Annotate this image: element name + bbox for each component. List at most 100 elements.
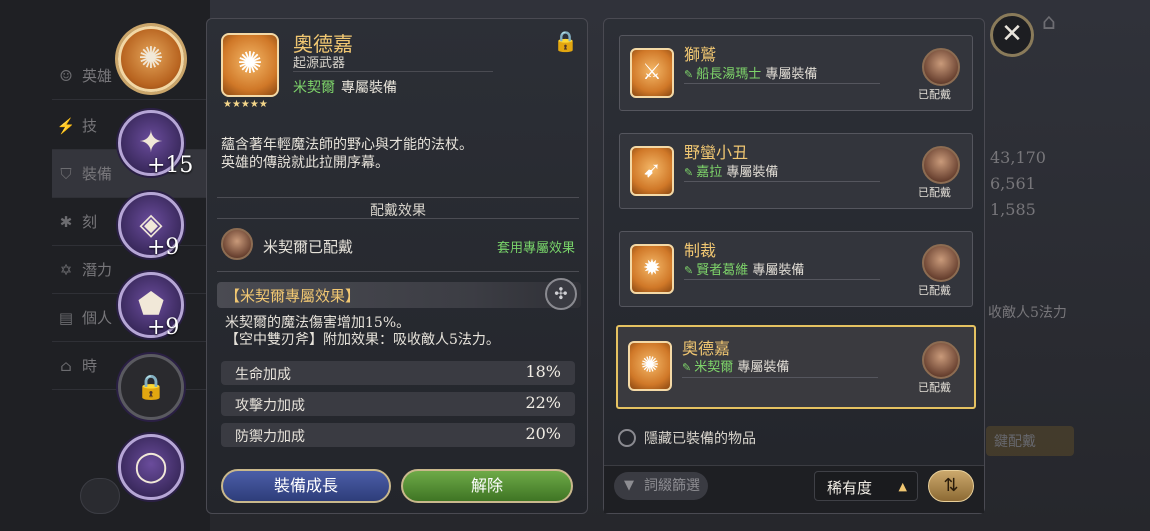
avatar (922, 48, 960, 86)
equip-effect-label: 配戴效果 (370, 203, 426, 219)
list-bottom-bar: ▼ 詞綴篩選 稀有度 ▲ ⇅ (604, 465, 984, 513)
hero-name: 米契爾 (694, 360, 734, 375)
slot-armor[interactable]: ◈ +9 (118, 192, 184, 260)
item-owner: ✎ 賢者葛維 專屬裝備 (684, 259, 804, 278)
skill-icon[interactable]: ✣ (545, 278, 577, 310)
lock-icon[interactable]: 🔒 (553, 29, 578, 53)
exclusive-mark-icon: ✎ (684, 68, 694, 81)
hero-name: 賢者葛維 (696, 263, 749, 278)
equipped-status: 已配戴 (918, 381, 951, 394)
blade-icon: ⚔ (642, 60, 662, 85)
filter-icon: ▼ (624, 478, 634, 493)
filter-label: 詞綴篩選 (644, 478, 700, 494)
slot-ring[interactable]: ◯ (118, 434, 184, 500)
close-icon: ✕ (1001, 19, 1023, 49)
enhance-level: +15 (147, 153, 194, 178)
home-icon[interactable]: ⌂ (1042, 10, 1070, 38)
slot-weapon[interactable]: ✺ (118, 26, 184, 92)
divider (217, 271, 579, 272)
divider (217, 197, 579, 198)
apply-exclusive-effect-link[interactable]: 套用專屬效果 (497, 237, 575, 256)
sort-direction-button[interactable]: ⇅ (928, 470, 974, 502)
equipment-card[interactable]: ⚔ 獅鷲 ✎ 船長湯瑪士 專屬裝備 已配戴 (619, 35, 973, 111)
equipped-by-text: 米契爾已配戴 (263, 238, 354, 256)
item-icon: ⚔ (630, 48, 674, 98)
hide-equipped-label[interactable]: 隱藏已裝備的物品 (644, 428, 756, 448)
equipment-card[interactable]: ➹ 野蠻小丑 ✎ 嘉拉 專屬裝備 已配戴 (619, 133, 973, 209)
equipment-card[interactable]: ✹ 制裁 ✎ 賢者葛維 專屬裝備 已配戴 (619, 231, 973, 307)
bow-icon: ➹ (642, 158, 662, 183)
exclusive-mark-icon: ✎ (684, 264, 694, 277)
enhance-level: +9 (147, 315, 180, 340)
exclusive-effect-banner: 【米契爾專屬效果】 (217, 282, 581, 308)
sort-dropdown[interactable]: 稀有度 ▲ (814, 471, 918, 501)
bg-stat-value: 43,170 (990, 148, 1046, 167)
avatar (922, 341, 960, 379)
exclusive-tag: 專屬裝備 (737, 360, 790, 375)
triangle-up-icon: ▲ (898, 480, 907, 493)
hero-name: 米契爾 (293, 80, 335, 96)
sun-emblem-icon: ✹ (642, 256, 662, 281)
slot-locked[interactable]: 🔒 (118, 354, 184, 420)
bg-stat-value: 1,585 (990, 200, 1036, 219)
sort-order-icon: ⇅ (943, 475, 959, 496)
rarity-stars: ★★★★★ (223, 99, 268, 110)
exclusive-hero: 米契爾 專屬裝備 (293, 77, 397, 97)
item-name: 野蠻小丑 (684, 143, 749, 162)
magic-staff-icon: ✺ (237, 46, 263, 81)
exclusive-effect-description: 米契爾的魔法傷害增加15%。 【空中雙刃斧】附加效果：吸收敵人5法力。 (225, 315, 500, 348)
bg-stat-value: 6,561 (990, 174, 1036, 193)
item-icon: ✺ (628, 341, 672, 391)
item-name: 制裁 (684, 241, 717, 260)
hide-equipped-radio[interactable] (618, 429, 636, 447)
item-name: 獅鷲 (684, 45, 717, 64)
item-icon: ✹ (630, 244, 674, 294)
lock-icon: 🔒 (136, 373, 166, 401)
item-type: 起源武器 (293, 56, 346, 71)
bg-menu-button (80, 478, 120, 514)
bg-description-fragment: 收敵人5法力 (988, 305, 1067, 321)
item-detail-panel: ✺ ★★★★★ 奧德嘉 起源武器 米契爾 專屬裝備 🔒 蘊含著年輕魔法師的野心與才… (206, 18, 588, 514)
equipment-list-panel: ⚔ 獅鷲 ✎ 船長湯瑪士 專屬裝備 已配戴 ➹ 野蠻小丑 ✎ 嘉拉 專屬裝備 已配戴… (603, 18, 985, 514)
item-icon: ➹ (630, 146, 674, 196)
equipment-growth-button[interactable]: 裝備成長 (221, 469, 391, 503)
divider (682, 377, 878, 378)
exclusive-mark-icon: ✎ (682, 361, 692, 374)
stat-value: 18% (525, 362, 561, 381)
exclusive-tag: 專屬裝備 (726, 165, 779, 180)
equipped-status: 已配戴 (918, 284, 951, 297)
stat-label: 生命加成 (235, 367, 291, 383)
divider (684, 83, 880, 84)
item-owner: ✎ 嘉拉 專屬裝備 (684, 161, 778, 180)
item-portrait: ✺ (221, 33, 279, 97)
avatar (922, 244, 960, 282)
affix-filter-button[interactable]: ▼ 詞綴篩選 (614, 472, 708, 500)
ring-icon: ◯ (134, 449, 168, 484)
equipment-card-selected[interactable]: ✺ 奧德嘉 ✎ 米契爾 專屬裝備 已配戴 (616, 325, 976, 409)
hero-name: 嘉拉 (696, 165, 723, 180)
stat-row: 防禦力加成 20% (221, 423, 575, 447)
slot-accessory[interactable]: ✦ +15 (118, 110, 193, 178)
magic-staff-icon: ✺ (640, 353, 660, 378)
item-description: 蘊含著年輕魔法師的野心與才能的法杖。 英雄的傳說就此拉開序幕。 (221, 137, 473, 171)
exclusive-tag: 專屬裝備 (765, 67, 818, 82)
stat-label: 攻擊力加成 (235, 398, 305, 414)
sort-label: 稀有度 (827, 479, 873, 497)
equipped-status: 已配戴 (918, 186, 951, 199)
stat-row: 生命加成 18% (221, 361, 575, 385)
stat-value: 20% (525, 424, 561, 443)
enhance-level: +9 (147, 235, 180, 260)
close-button[interactable]: ✕ (990, 13, 1034, 57)
exclusive-tag: 專屬裝備 (341, 80, 397, 96)
exclusive-effect-title: 【米契爾專屬效果】 (225, 287, 361, 305)
divider (684, 181, 880, 182)
exclusive-mark-icon: ✎ (684, 166, 694, 179)
hero-name: 船長湯瑪士 (696, 67, 762, 82)
avatar (922, 146, 960, 184)
exclusive-tag: 專屬裝備 (752, 263, 805, 278)
divider (293, 71, 493, 72)
slot-emblem[interactable]: ⬟ +9 (118, 272, 184, 340)
stat-value: 22% (525, 393, 561, 412)
equipped-hero-row: 米契爾已配戴 套用專屬效果 (217, 219, 579, 269)
unequip-button[interactable]: 解除 (401, 469, 573, 503)
